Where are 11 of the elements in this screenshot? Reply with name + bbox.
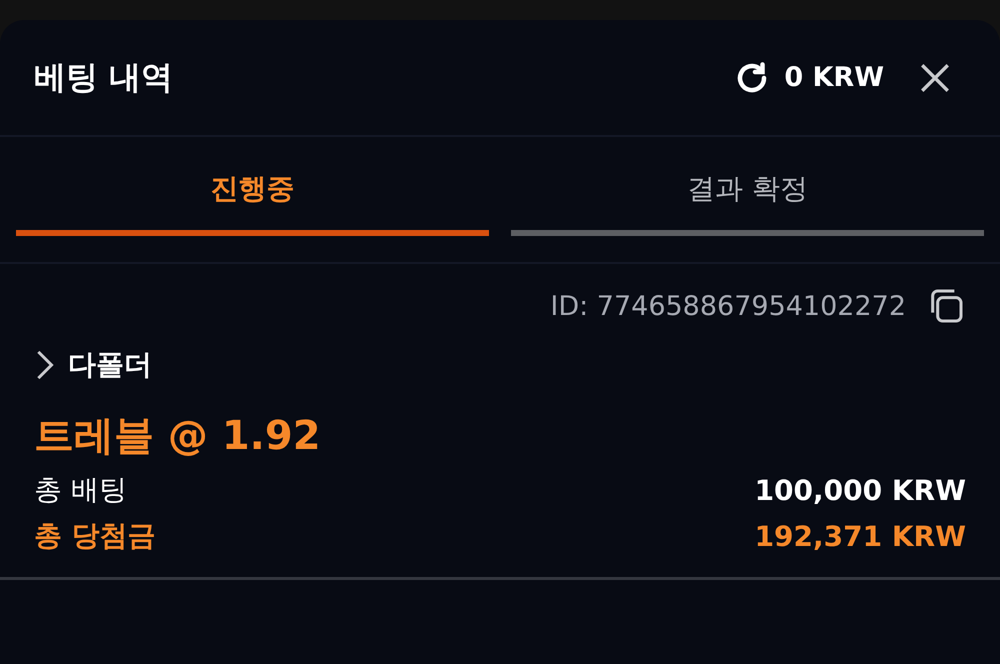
summary-value: 100,000 KRW: [754, 474, 966, 506]
selection-odds: 트레블 @ 1.92: [34, 412, 322, 461]
summary-label: 총 당첨금: [34, 518, 156, 554]
tab[interactable]: 결과 확정: [511, 137, 984, 236]
tab[interactable]: 진행중: [16, 137, 489, 236]
balance-amount: 0 KRW: [784, 62, 884, 93]
panel-title: 베팅 내역: [34, 56, 174, 98]
summary-label: 총 배팅: [34, 472, 127, 508]
summary-value: 192,371 KRW: [754, 520, 966, 552]
multi-bet-toggle[interactable]: 다폴더: [34, 346, 152, 384]
bet-id: ID: 774658867954102272: [550, 290, 906, 322]
